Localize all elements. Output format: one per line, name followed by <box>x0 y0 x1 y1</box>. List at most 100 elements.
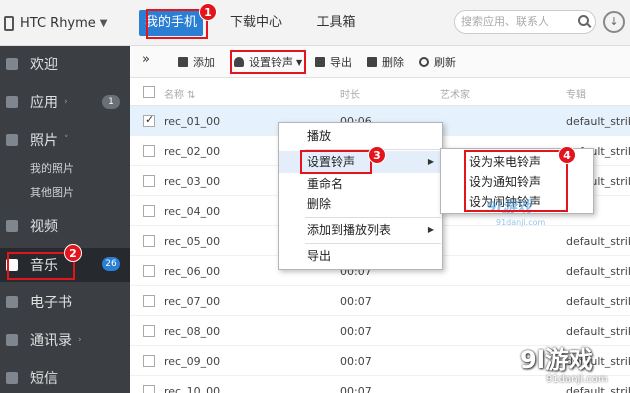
apps-count-badge: 1 <box>102 95 120 109</box>
submenu-arrow-icon: ▶ <box>427 225 434 234</box>
row-checkbox[interactable] <box>143 145 155 157</box>
column-name[interactable]: 名称 ⇅ <box>164 86 196 101</box>
home-icon <box>6 58 18 70</box>
song-name: rec_09_00 <box>164 355 221 368</box>
sidebar-item-welcome[interactable]: 欢迎 <box>0 48 130 80</box>
caret-down-icon: ▼ <box>99 17 108 29</box>
sidebar-subitem-my-photos[interactable]: 我的照片 <box>30 160 74 176</box>
contacts-icon <box>6 334 18 346</box>
column-album[interactable]: 专辑 <box>566 86 586 101</box>
song-duration: 00:07 <box>340 325 372 338</box>
toolbar: » 添加 设置铃声 ▼ 导出 删除 刷新 <box>130 46 630 78</box>
select-all-checkbox[interactable] <box>143 86 155 98</box>
menu-divider <box>305 217 441 218</box>
watermark-url: 91danji.com <box>496 218 546 227</box>
sidebar-item-label: 电子书 <box>30 295 72 311</box>
table-row[interactable]: rec_07_00 00:07 default_strike <box>130 286 630 316</box>
annotation-box-set-ringtone <box>230 50 306 74</box>
sidebar-item-label: 欢迎 <box>30 57 58 73</box>
annotation-marker-2: 2 <box>64 244 82 262</box>
watermark-logo-bottom: 9l游戏 <box>520 346 593 374</box>
sidebar-item-video[interactable]: 视频 <box>0 210 130 242</box>
top-bar: HTC Rhyme ▼ 我的手机 下载中心 工具箱 搜索应用、联系人 ↓ <box>0 0 630 46</box>
sidebar-item-label: 应用 <box>30 95 58 111</box>
watermark-url-bottom: 91danji.com <box>546 374 608 385</box>
sms-icon <box>6 372 18 384</box>
sidebar-item-apps[interactable]: 应用 › 1 <box>0 86 130 118</box>
song-name: rec_05_00 <box>164 235 221 248</box>
phone-icon <box>4 15 14 31</box>
sidebar-item-photos[interactable]: 照片 ˅ <box>0 124 130 156</box>
device-selector[interactable]: HTC Rhyme ▼ <box>0 0 130 46</box>
song-album: default_strike <box>566 325 630 338</box>
chevron-right-icon: › <box>78 335 82 345</box>
sidebar-item-label: 通讯录 <box>30 333 72 349</box>
sidebar-item-sms[interactable]: 短信 <box>0 362 130 393</box>
ebook-icon <box>6 296 18 308</box>
table-header: 名称 ⇅ 时长 艺术家 专辑 <box>130 78 630 106</box>
menu-item-delete[interactable]: 删除 <box>279 193 442 215</box>
menu-item-add-to-playlist[interactable]: 添加到播放列表 ▶ <box>279 219 442 241</box>
song-duration: 00:07 <box>340 385 372 393</box>
song-duration: 00:07 <box>340 355 372 368</box>
song-name: rec_03_00 <box>164 175 221 188</box>
tab-download-center[interactable]: 下载中心 <box>218 10 294 36</box>
plus-icon <box>178 57 188 67</box>
export-button[interactable]: 导出 <box>315 54 352 70</box>
sidebar-item-ebooks[interactable]: 电子书 <box>0 286 130 318</box>
song-album: default_strike <box>566 265 630 278</box>
song-name: rec_04_00 <box>164 205 221 218</box>
row-checkbox[interactable] <box>143 355 155 367</box>
song-name: rec_07_00 <box>164 295 221 308</box>
download-icon[interactable]: ↓ <box>603 11 625 33</box>
row-checkbox[interactable] <box>143 295 155 307</box>
song-name: rec_06_00 <box>164 265 221 278</box>
menu-item-export[interactable]: 导出 <box>279 245 442 267</box>
chevron-right-icon: › <box>64 97 68 107</box>
row-checkbox[interactable] <box>143 205 155 217</box>
song-album: default_strike <box>566 385 630 393</box>
photo-icon <box>6 134 18 146</box>
sidebar-item-label: 短信 <box>30 371 58 387</box>
column-duration[interactable]: 时长 <box>340 86 360 101</box>
annotation-marker-3: 3 <box>368 146 386 164</box>
row-checkbox[interactable] <box>143 265 155 277</box>
add-button[interactable]: 添加 <box>178 54 215 70</box>
menu-divider <box>305 243 441 244</box>
sidebar: 欢迎 应用 › 1 照片 ˅ 我的照片 其他图片 视频 音乐 26 电子书 通讯… <box>0 46 130 393</box>
tab-toolbox[interactable]: 工具箱 <box>302 10 370 36</box>
column-artist[interactable]: 艺术家 <box>440 86 470 101</box>
row-checkbox[interactable] <box>143 385 155 393</box>
search-placeholder: 搜索应用、联系人 <box>461 15 549 28</box>
annotation-box-submenu <box>464 150 568 212</box>
song-name: rec_01_00 <box>164 115 221 128</box>
chevron-down-icon: ˅ <box>64 135 69 145</box>
delete-button[interactable]: 删除 <box>367 54 404 70</box>
song-album: default_strike <box>566 295 630 308</box>
song-name: rec_02_00 <box>164 145 221 158</box>
export-icon <box>315 57 325 67</box>
row-checkbox[interactable] <box>143 113 155 127</box>
row-checkbox[interactable] <box>143 175 155 187</box>
sidebar-item-label: 照片 <box>30 133 58 149</box>
row-checkbox[interactable] <box>143 235 155 247</box>
submenu-arrow-icon: ▶ <box>427 157 434 166</box>
song-album: default_strike <box>566 235 630 248</box>
row-checkbox[interactable] <box>143 325 155 337</box>
search-icon[interactable] <box>578 15 589 26</box>
refresh-button[interactable]: 刷新 <box>419 54 456 70</box>
annotation-marker-1: 1 <box>199 3 217 21</box>
menu-item-play[interactable]: 播放 <box>279 125 442 147</box>
search-input[interactable]: 搜索应用、联系人 <box>454 10 596 34</box>
song-name: rec_10_00 <box>164 385 221 393</box>
music-count-badge: 26 <box>102 257 120 271</box>
video-icon <box>6 220 18 232</box>
sidebar-subitem-other-images[interactable]: 其他图片 <box>30 184 74 200</box>
trash-icon <box>367 57 377 67</box>
apps-icon <box>6 96 18 108</box>
menu-item-rename[interactable]: 重命名 <box>279 173 442 195</box>
expand-toggle[interactable]: » <box>142 52 150 67</box>
device-name: HTC Rhyme <box>20 15 96 31</box>
sidebar-item-contacts[interactable]: 通讯录 › <box>0 324 130 356</box>
refresh-icon <box>419 57 429 67</box>
